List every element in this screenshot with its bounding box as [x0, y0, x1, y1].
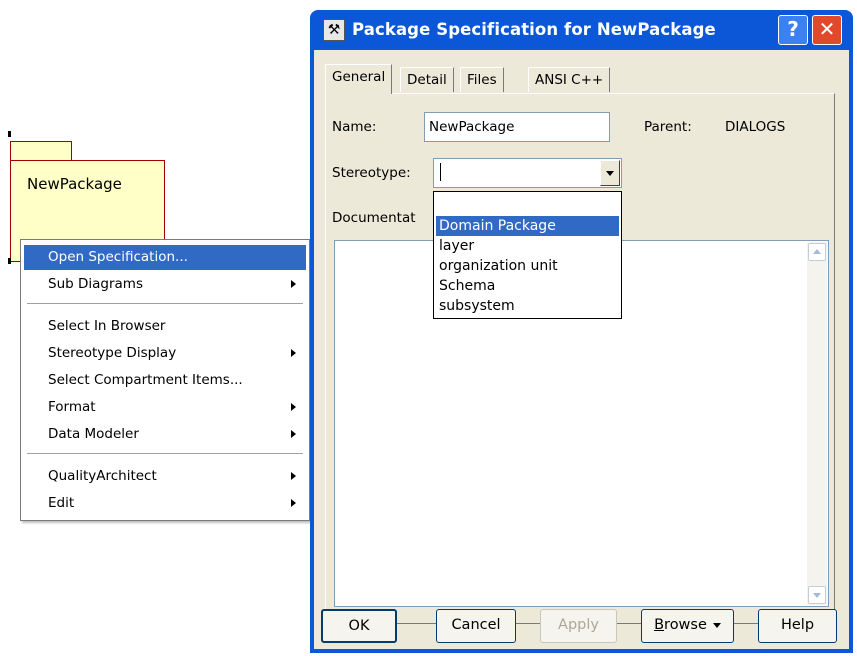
dropdown-arrow-icon	[712, 622, 721, 628]
package-specification-dialog: ⚒ Package Specification for NewPackage ?…	[310, 10, 853, 653]
tab-general[interactable]: General	[325, 64, 393, 94]
selection-handle[interactable]	[8, 131, 11, 137]
stereotype-combobox[interactable]	[433, 158, 622, 188]
cancel-button[interactable]: Cancel	[436, 609, 516, 643]
submenu-arrow-icon	[291, 349, 296, 357]
menu-item-sub-diagrams[interactable]: Sub Diagrams	[24, 272, 306, 297]
menu-separator	[27, 453, 303, 455]
help-button[interactable]: Help	[758, 609, 837, 643]
browse-mnemonic: B	[654, 617, 665, 633]
chevron-down-icon[interactable]	[600, 160, 620, 186]
tab-ansi-cpp[interactable]: ANSI C++	[528, 67, 611, 92]
tab-files[interactable]: Files	[460, 67, 504, 92]
menu-item-label: Open Specification...	[48, 249, 188, 265]
apply-button[interactable]: Apply	[540, 609, 617, 643]
ok-button[interactable]: OK	[321, 609, 397, 643]
submenu-arrow-icon	[291, 472, 296, 480]
close-title-button[interactable]: ✕	[812, 15, 842, 45]
name-field[interactable]: NewPackage	[424, 112, 610, 142]
stereotype-dropdown-list: Domain Package layer organization unit S…	[433, 191, 622, 319]
scroll-up-icon[interactable]	[808, 243, 826, 261]
stereotype-option-layer[interactable]: layer	[436, 236, 619, 256]
dialog-title: Package Specification for NewPackage	[352, 20, 716, 39]
menu-item-label: Select Compartment Items...	[48, 372, 243, 388]
documentation-label: Documentat	[332, 210, 416, 226]
title-bar[interactable]: ⚒ Package Specification for NewPackage ?…	[314, 10, 849, 50]
menu-item-select-in-browser[interactable]: Select In Browser	[24, 314, 306, 339]
menu-item-label: Stereotype Display	[48, 345, 177, 361]
menu-item-edit[interactable]: Edit	[24, 491, 306, 516]
menu-item-data-modeler[interactable]: Data Modeler	[24, 422, 306, 447]
stereotype-option-domain-package[interactable]: Domain Package	[436, 216, 619, 236]
selection-handle[interactable]	[8, 258, 11, 264]
menu-item-select-compartment-items[interactable]: Select Compartment Items...	[24, 368, 306, 393]
browse-button[interactable]: Browse	[641, 609, 734, 643]
stereotype-option-subsystem[interactable]: subsystem	[436, 296, 619, 316]
menu-item-quality-architect[interactable]: QualityArchitect	[24, 464, 306, 489]
stereotype-option-organization-unit[interactable]: organization unit	[436, 256, 619, 276]
parent-label: Parent:	[644, 119, 692, 135]
menu-item-label: Data Modeler	[48, 426, 139, 442]
parent-value: DIALOGS	[725, 119, 786, 135]
submenu-arrow-icon	[291, 499, 296, 507]
stereotype-option-schema[interactable]: Schema	[436, 276, 619, 296]
help-title-button[interactable]: ?	[778, 15, 808, 45]
package-tab[interactable]	[10, 141, 72, 161]
documentation-scrollbar[interactable]	[807, 242, 827, 605]
name-label: Name:	[332, 119, 377, 135]
dialog-client-area: General Detail Files ANSI C++ Name: NewP…	[314, 50, 849, 649]
submenu-arrow-icon	[291, 280, 296, 288]
browse-label: rowse	[664, 617, 707, 633]
menu-item-label: Edit	[48, 495, 75, 511]
scroll-down-icon[interactable]	[808, 586, 826, 604]
text-caret	[440, 163, 441, 181]
menu-item-label: Format	[48, 399, 96, 415]
menu-item-label: QualityArchitect	[48, 468, 157, 484]
dialog-app-icon: ⚒	[323, 19, 345, 41]
menu-item-label: Sub Diagrams	[48, 276, 143, 292]
package-name-label: NewPackage	[27, 175, 122, 193]
submenu-arrow-icon	[291, 430, 296, 438]
menu-item-open-specification[interactable]: Open Specification...	[24, 245, 306, 270]
menu-item-stereotype-display[interactable]: Stereotype Display	[24, 341, 306, 366]
menu-item-format[interactable]: Format	[24, 395, 306, 420]
submenu-arrow-icon	[291, 403, 296, 411]
menu-item-label: Select In Browser	[48, 318, 166, 334]
stereotype-label: Stereotype:	[332, 165, 411, 181]
menu-separator	[27, 303, 303, 305]
tab-detail[interactable]: Detail	[400, 67, 454, 92]
context-menu: Open Specification... Sub Diagrams Selec…	[20, 239, 310, 521]
